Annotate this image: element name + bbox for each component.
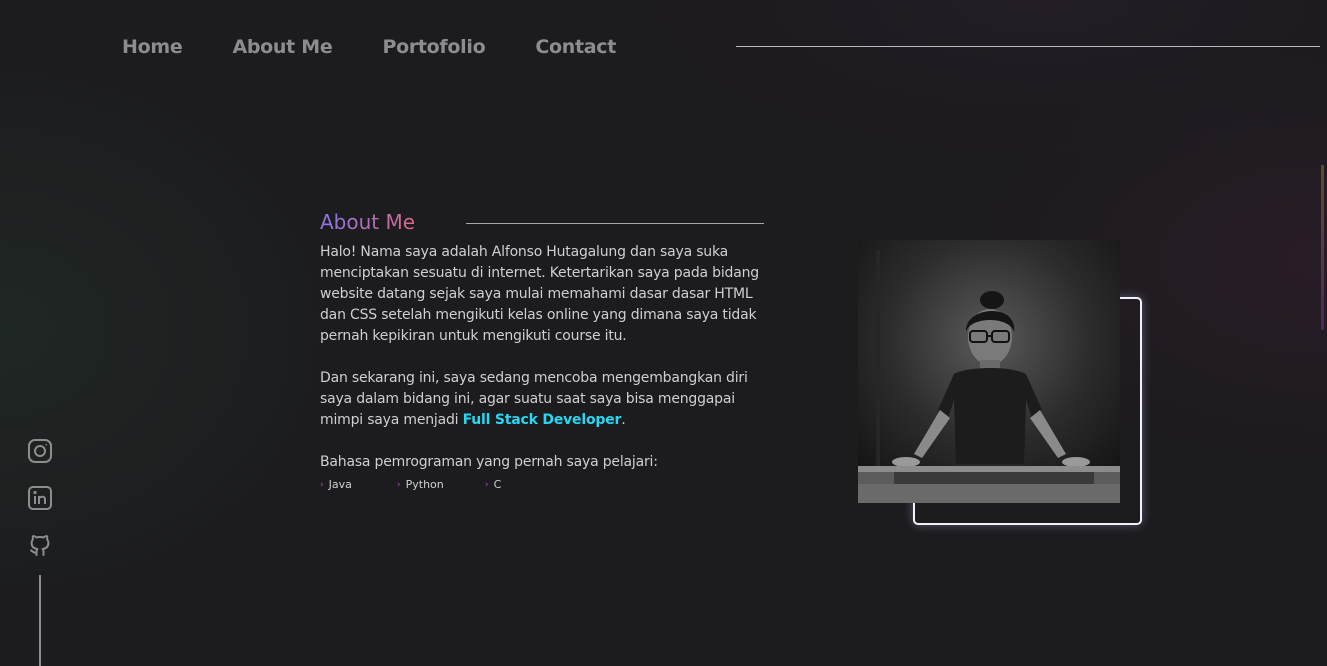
social-vertical-line xyxy=(39,575,41,666)
about-paragraph-2: Dan sekarang ini, saya sedang mencoba me… xyxy=(320,368,775,431)
main-nav: Home About Me Portofolio Contact xyxy=(122,34,666,60)
full-stack-highlight: Full Stack Developer xyxy=(462,412,622,428)
languages-list: › Java › Python › C xyxy=(320,478,775,491)
about-paragraph-1: Halo! Nama saya adalah Alfonso Hutagalun… xyxy=(320,244,759,344)
about-title-line xyxy=(466,223,764,224)
chevron-right-icon: › xyxy=(485,479,489,490)
instagram-icon[interactable] xyxy=(27,438,53,464)
list-item: › Python xyxy=(397,478,485,491)
chevron-right-icon: › xyxy=(397,479,401,490)
language-python: Python xyxy=(405,478,444,491)
about-section: About Me Halo! Nama saya adalah Alfonso … xyxy=(320,208,775,491)
about-paragraph-2-end: . xyxy=(621,412,626,428)
page: Home About Me Portofolio Contact About M… xyxy=(0,0,1327,666)
nav-portfolio-link[interactable]: Portofolio xyxy=(382,34,485,60)
list-item: › C xyxy=(485,478,562,491)
profile-photo xyxy=(858,240,1120,503)
languages-label: Bahasa pemrograman yang pernah saya pela… xyxy=(320,454,658,470)
chevron-right-icon: › xyxy=(320,479,324,490)
nav-divider-line xyxy=(736,46,1320,47)
edge-accent xyxy=(1321,165,1324,330)
about-title: About Me xyxy=(320,210,416,234)
nav-contact-link[interactable]: Contact xyxy=(535,34,616,60)
language-c: C xyxy=(493,478,502,491)
nav-home-link[interactable]: Home xyxy=(122,34,183,60)
github-icon[interactable] xyxy=(27,532,53,558)
social-links xyxy=(27,438,53,579)
list-item: › Java xyxy=(320,478,397,491)
linkedin-icon[interactable] xyxy=(27,485,53,511)
language-java: Java xyxy=(328,478,352,491)
nav-about-link[interactable]: About Me xyxy=(232,34,332,60)
